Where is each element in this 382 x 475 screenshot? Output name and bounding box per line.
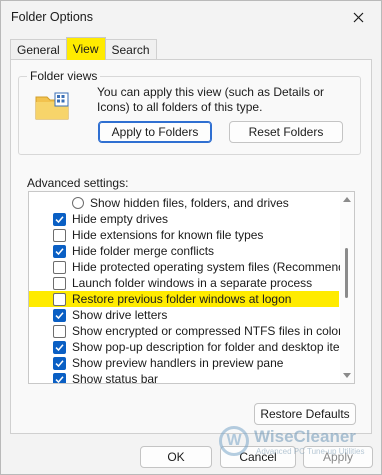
checkbox-unchecked[interactable]: [53, 324, 66, 338]
advanced-setting-label: Show pop-up description for folder and d…: [72, 340, 355, 354]
advanced-setting-row[interactable]: Show hidden files, folders, and drives: [29, 195, 339, 211]
advanced-setting-label: Show encrypted or compressed NTFS files …: [72, 324, 343, 338]
advanced-setting-row[interactable]: Launch folder windows in a separate proc…: [29, 275, 339, 291]
checkbox-unchecked[interactable]: [53, 228, 66, 242]
checkbox-unchecked[interactable]: [53, 260, 66, 274]
folder-views-group: Folder views You can apply this view (su…: [18, 69, 361, 155]
restore-defaults-button[interactable]: Restore Defaults: [254, 403, 356, 425]
advanced-setting-label: Hide extensions for known file types: [72, 228, 264, 242]
advanced-setting-row[interactable]: Show encrypted or compressed NTFS files …: [29, 323, 343, 339]
folder-views-legend: Folder views: [27, 69, 101, 83]
advanced-setting-row[interactable]: Hide protected operating system files (R…: [29, 259, 354, 275]
folder-views-description: You can apply this view (such as Details…: [97, 85, 325, 114]
advanced-setting-label: Launch folder windows in a separate proc…: [72, 276, 313, 290]
scroll-down-arrow-icon[interactable]: [343, 373, 351, 378]
advanced-setting-label: Hide folder merge conflicts: [72, 244, 215, 258]
checkbox-unchecked[interactable]: [53, 292, 66, 306]
advanced-setting-label: Show status bar: [72, 372, 159, 384]
scrollbar-thumb[interactable]: [345, 248, 348, 298]
ok-button[interactable]: OK: [140, 446, 212, 468]
advanced-setting-label: Show hidden files, folders, and drives: [90, 196, 289, 210]
advanced-setting-label: Restore previous folder windows at logon: [72, 292, 292, 306]
advanced-setting-row[interactable]: Show drive letters: [29, 307, 339, 323]
advanced-setting-row[interactable]: Show preview handlers in preview pane: [29, 355, 339, 371]
advanced-setting-row[interactable]: Restore previous folder windows at logon: [29, 291, 339, 307]
tab-search[interactable]: Search: [104, 39, 157, 60]
title-bar: Folder Options: [1, 1, 381, 33]
apply-to-folders-button[interactable]: Apply to Folders: [98, 121, 212, 143]
advanced-setting-row[interactable]: Hide folder merge conflicts: [29, 243, 339, 259]
advanced-setting-row[interactable]: Show pop-up description for folder and d…: [29, 339, 354, 355]
advanced-settings-label: Advanced settings:: [27, 176, 129, 190]
checkbox-checked[interactable]: [53, 308, 66, 322]
apply-button[interactable]: Apply: [303, 446, 373, 468]
checkbox-checked[interactable]: [53, 212, 66, 226]
advanced-settings-scrollbar[interactable]: [340, 192, 354, 383]
checkbox-checked[interactable]: [53, 244, 66, 258]
advanced-setting-label: Hide empty drives: [72, 212, 169, 226]
tab-view[interactable]: View: [65, 37, 106, 60]
folder-icon: [35, 92, 69, 120]
radio-button[interactable]: [72, 197, 84, 209]
close-icon: [353, 12, 363, 22]
advanced-setting-row[interactable]: Show status bar: [29, 371, 339, 384]
advanced-setting-label: Show preview handlers in preview pane: [72, 356, 284, 370]
checkbox-checked[interactable]: [53, 372, 66, 383]
advanced-setting-row[interactable]: Hide extensions for known file types: [29, 227, 339, 243]
scroll-up-arrow-icon[interactable]: [343, 197, 351, 202]
advanced-setting-row[interactable]: Hide empty drives: [29, 211, 339, 227]
close-button[interactable]: [347, 7, 369, 27]
advanced-setting-label: Show drive letters: [72, 308, 168, 322]
checkbox-checked[interactable]: [53, 356, 66, 370]
advanced-settings-list[interactable]: Show hidden files, folders, and drives Hi…: [28, 191, 355, 384]
checkbox-unchecked[interactable]: [53, 276, 66, 290]
advanced-setting-label: Hide protected operating system files (R…: [72, 260, 355, 274]
tab-strip: General View Search: [10, 37, 157, 60]
folder-options-dialog: Folder Options General View Search Folde…: [0, 0, 382, 475]
tab-general[interactable]: General: [10, 39, 67, 60]
checkbox-checked[interactable]: [53, 340, 66, 354]
reset-folders-button[interactable]: Reset Folders: [229, 121, 343, 143]
cancel-button[interactable]: Cancel: [220, 446, 296, 468]
window-title: Folder Options: [11, 10, 93, 24]
